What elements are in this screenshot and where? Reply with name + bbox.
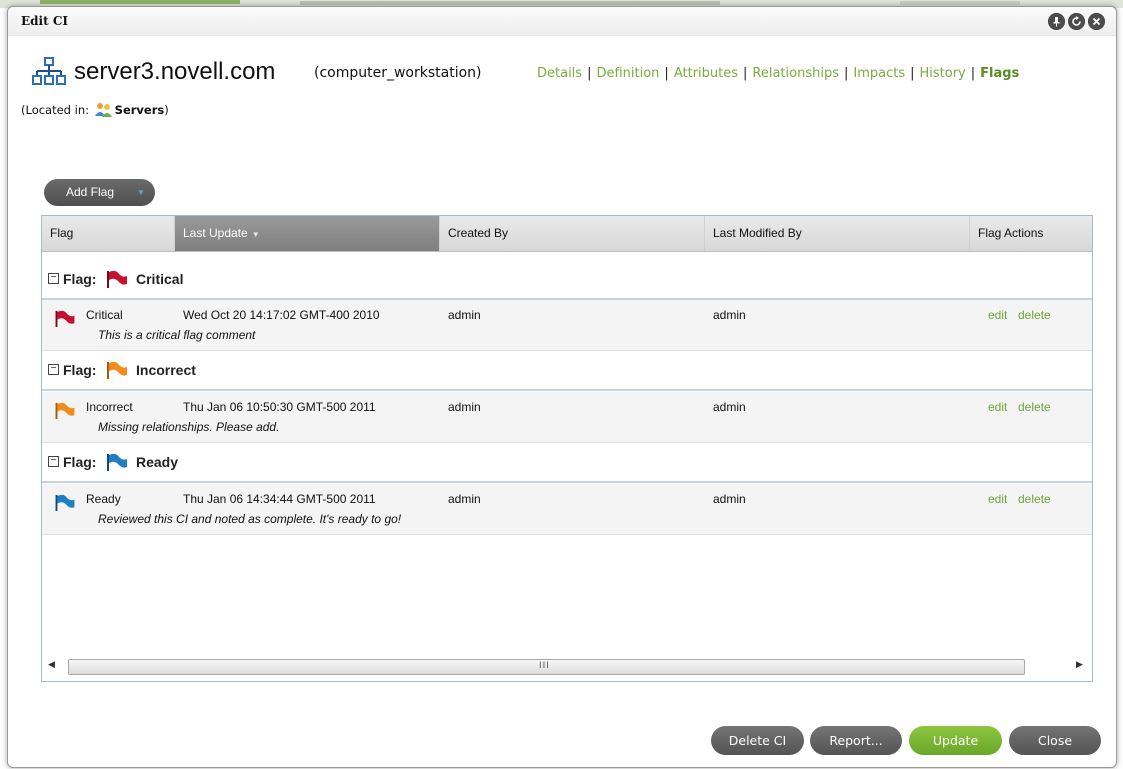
hierarchy-icon: [32, 57, 66, 85]
group-prefix: Flag:: [63, 454, 97, 470]
tab-definition[interactable]: Definition: [596, 66, 659, 81]
located-in-label: (Located in:: [21, 103, 89, 117]
cell-created-by: admin: [448, 492, 481, 506]
red-flag-icon: [107, 270, 127, 288]
dialog-titlebar[interactable]: Edit CI: [8, 7, 1116, 36]
tab-details[interactable]: Details: [537, 66, 582, 81]
sort-desc-icon: ▼: [251, 230, 260, 239]
orange-flag-icon: [107, 361, 127, 379]
cell-flag: Ready: [86, 492, 121, 506]
tab-flags[interactable]: Flags: [980, 66, 1019, 81]
update-button[interactable]: Update: [909, 726, 1002, 755]
refresh-icon[interactable]: [1068, 13, 1085, 30]
column-header-label: Last Modified By: [713, 226, 802, 240]
grid-header: Flag Last Update ▼ Created By Last Modifi…: [42, 216, 1092, 252]
column-header-label: Created By: [448, 226, 509, 240]
group-name: Ready: [136, 454, 179, 470]
located-in-close: ): [164, 103, 169, 117]
column-header-flag[interactable]: Flag: [42, 216, 175, 251]
delete-ci-button[interactable]: Delete CI: [711, 726, 804, 755]
group-header-incorrect: − Flag: Incorrect: [42, 351, 1092, 391]
column-header-created-by[interactable]: Created By: [440, 216, 705, 251]
background-bar: [300, 1, 720, 5]
scroll-right-icon[interactable]: ▶: [1076, 660, 1083, 670]
group-users-icon: [94, 103, 112, 117]
cell-flag: Critical: [86, 308, 123, 322]
nav-separator: |: [843, 66, 849, 81]
scrollbar-thumb[interactable]: III: [68, 659, 1025, 675]
collapse-icon[interactable]: −: [48, 273, 59, 284]
report-button[interactable]: Report...: [810, 726, 902, 755]
cell-last-update: Thu Jan 06 10:50:30 GMT-500 2011: [183, 400, 376, 414]
blue-flag-icon: [107, 453, 127, 471]
group-prefix: Flag:: [63, 362, 97, 378]
column-header-last-update[interactable]: Last Update ▼: [175, 216, 440, 251]
nav-separator: |: [587, 66, 592, 81]
flag-row-incorrect[interactable]: Incorrect Thu Jan 06 10:50:30 GMT-500 20…: [42, 392, 1092, 443]
red-flag-icon: [55, 310, 75, 327]
cell-created-by: admin: [448, 400, 481, 414]
column-header-flag-actions[interactable]: Flag Actions: [970, 216, 1092, 251]
dialog-title: Edit CI: [21, 14, 68, 28]
column-header-label: Last Update: [183, 226, 248, 240]
orange-flag-icon: [55, 402, 75, 419]
cell-flag: Incorrect: [86, 400, 133, 414]
flags-grid: Flag Last Update ▼ Created By Last Modifi…: [41, 215, 1093, 682]
pin-icon[interactable]: [1048, 13, 1065, 30]
flag-comment: This is a critical flag comment: [98, 328, 256, 342]
background-bar: [900, 1, 1020, 5]
edit-link[interactable]: edit: [988, 400, 1007, 414]
cell-created-by: admin: [448, 308, 481, 322]
edit-ci-dialog: Edit CI server3.novell.com (computer_wor…: [7, 6, 1117, 768]
group-header-critical: − Flag: Critical: [42, 260, 1092, 300]
group-name: Critical: [136, 271, 184, 287]
delete-link[interactable]: delete: [1018, 492, 1051, 506]
tab-history[interactable]: History: [919, 66, 965, 81]
add-flag-label: Add Flag: [66, 185, 115, 199]
horizontal-scrollbar[interactable]: ◀ III ▶: [42, 656, 1092, 678]
chevron-down-icon: ▼: [137, 188, 145, 197]
cell-last-update: Thu Jan 06 14:34:44 GMT-500 2011: [183, 492, 376, 506]
column-header-label: Flag Actions: [978, 226, 1044, 240]
cell-modified-by: admin: [713, 492, 746, 506]
tab-attributes[interactable]: Attributes: [674, 66, 738, 81]
collapse-icon[interactable]: −: [48, 456, 59, 467]
cell-modified-by: admin: [713, 308, 746, 322]
group-header-ready: − Flag: Ready: [42, 443, 1092, 483]
ci-type: (computer_workstation): [314, 65, 482, 81]
scroll-left-icon[interactable]: ◀: [48, 660, 55, 670]
delete-link[interactable]: delete: [1018, 400, 1051, 414]
flag-row-ready[interactable]: Ready Thu Jan 06 14:34:44 GMT-500 2011 a…: [42, 484, 1092, 535]
collapse-icon[interactable]: −: [48, 364, 59, 375]
add-flag-button[interactable]: Add Flag ▼: [44, 179, 155, 206]
close-button[interactable]: Close: [1009, 726, 1101, 755]
delete-link[interactable]: delete: [1018, 308, 1051, 322]
ci-nav-links: Details | Definition | Attributes | Relationsh…: [537, 66, 1019, 81]
blue-flag-icon: [55, 494, 75, 511]
cell-modified-by: admin: [713, 400, 746, 414]
edit-link[interactable]: edit: [988, 308, 1007, 322]
ci-name: server3.novell.com: [74, 58, 276, 85]
tab-impacts[interactable]: Impacts: [853, 66, 905, 81]
flag-comment: Reviewed this CI and noted as complete. …: [98, 512, 402, 526]
group-name: Incorrect: [136, 362, 196, 378]
edit-link[interactable]: edit: [988, 492, 1007, 506]
nav-separator: |: [910, 66, 915, 81]
flag-comment: Missing relationships. Please add.: [98, 420, 280, 434]
nav-separator: |: [664, 66, 669, 81]
cell-last-update: Wed Oct 20 14:17:02 GMT-400 2010: [183, 308, 380, 322]
group-prefix: Flag:: [63, 271, 97, 287]
flag-row-critical[interactable]: Critical Wed Oct 20 14:17:02 GMT-400 201…: [42, 300, 1092, 351]
located-in-link[interactable]: Servers: [115, 103, 165, 117]
nav-separator: |: [743, 66, 748, 81]
tab-relationships[interactable]: Relationships: [752, 66, 839, 81]
located-in: (Located in: Servers): [21, 102, 169, 118]
close-icon[interactable]: [1088, 13, 1105, 30]
column-header-label: Flag: [50, 226, 74, 240]
column-header-last-modified-by[interactable]: Last Modified By: [705, 216, 970, 251]
background-bar: [40, 0, 240, 4]
nav-separator: |: [970, 66, 976, 81]
scrollbar-grip: III: [539, 661, 550, 671]
